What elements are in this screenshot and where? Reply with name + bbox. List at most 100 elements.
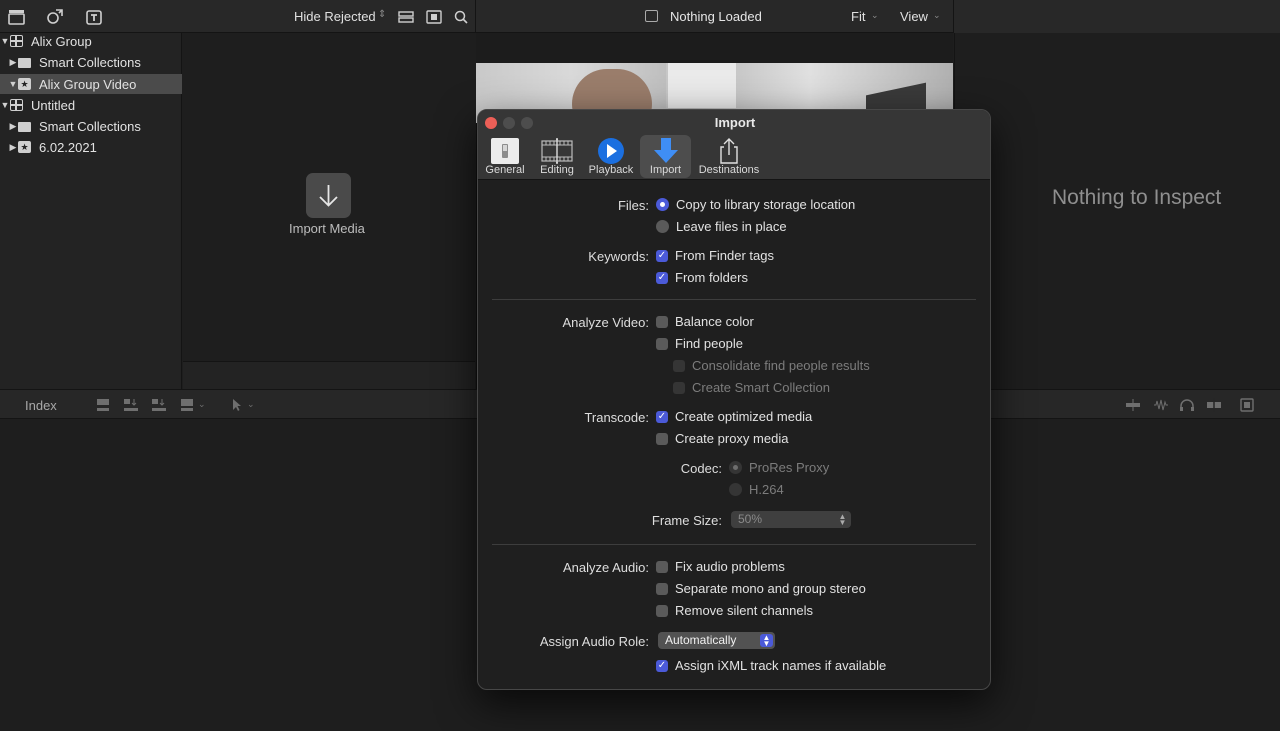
- inspector: [954, 33, 1280, 389]
- disclosure-triangle-icon[interactable]: ▼: [0, 100, 10, 110]
- balance-color-checkbox[interactable]: Balance color: [656, 314, 754, 329]
- analyze-audio-label: Analyze Audio:: [562, 560, 649, 575]
- section-divider: [492, 544, 976, 545]
- disclosure-triangle-icon[interactable]: ▼: [0, 36, 10, 46]
- radio-button[interactable]: [729, 461, 742, 474]
- filmstrip-icon[interactable]: [426, 7, 442, 27]
- import-media-label: Import Media: [289, 221, 365, 236]
- checkbox[interactable]: [656, 582, 668, 595]
- from-folders-checkbox[interactable]: ✓ From folders: [656, 270, 748, 285]
- checkmark-icon[interactable]: ✓: [656, 659, 668, 672]
- codec-label: Codec:: [680, 461, 722, 476]
- create-proxy-media-checkbox[interactable]: Create proxy media: [656, 431, 788, 446]
- sidebar-item-library[interactable]: ▼ Alix Group: [0, 31, 182, 51]
- option-label: Assign iXML track names if available: [675, 658, 887, 673]
- chevron-down-icon[interactable]: ⌄: [933, 10, 941, 21]
- sidebar-item-label: 6.02.2021: [39, 139, 97, 155]
- checkbox[interactable]: [656, 337, 668, 350]
- checkmark-icon[interactable]: ✓: [656, 271, 668, 284]
- overwrite-clip-icon[interactable]: [179, 398, 195, 412]
- disclosure-triangle-icon[interactable]: ▶: [8, 121, 18, 132]
- radio-button[interactable]: [656, 198, 669, 211]
- checkbox[interactable]: [656, 315, 668, 328]
- tab-destinations[interactable]: Destinations: [695, 135, 763, 178]
- chevron-down-icon[interactable]: ⌄: [247, 399, 255, 410]
- disclosure-triangle-icon[interactable]: ▶: [8, 142, 18, 153]
- view-options-popup[interactable]: View: [900, 9, 928, 24]
- sidebar-item-event[interactable]: ▼ ★ Alix Group Video: [0, 74, 182, 94]
- general-switch-icon: [491, 138, 519, 164]
- copy-to-library-radio[interactable]: Copy to library storage location: [656, 197, 855, 212]
- tab-label: Destinations: [698, 164, 760, 176]
- libraries-sidebar: ▼ Alix Group ▶ Smart Collections ▼ ★ Ali…: [0, 33, 182, 389]
- clip-appearance-icon[interactable]: [398, 7, 414, 27]
- leave-files-in-place-radio[interactable]: Leave files in place: [656, 219, 787, 234]
- prores-proxy-radio[interactable]: ProRes Proxy: [729, 460, 829, 475]
- photos-audio-icon[interactable]: [45, 7, 65, 27]
- sidebar-item-library[interactable]: ▼ Untitled: [0, 95, 182, 115]
- sidebar-item-event[interactable]: ▶ ★ 6.02.2021: [0, 137, 182, 157]
- create-optimized-media-checkbox[interactable]: ✓ Create optimized media: [656, 409, 812, 424]
- assign-ixml-checkbox[interactable]: ✓ Assign iXML track names if available: [656, 658, 886, 673]
- checkbox[interactable]: [656, 560, 668, 573]
- frame-size-popup[interactable]: 50% ▲ ▼: [731, 511, 851, 528]
- zoom-fit-popup[interactable]: Fit: [851, 9, 865, 24]
- index-button[interactable]: Index: [25, 398, 57, 413]
- separate-mono-checkbox[interactable]: Separate mono and group stereo: [656, 581, 866, 596]
- append-clip-icon[interactable]: [151, 398, 167, 412]
- checkmark-icon[interactable]: ✓: [656, 410, 668, 423]
- import-preferences-dialog: Import General Editing Playback Import D…: [477, 109, 991, 690]
- sidebar-item-smart-collections[interactable]: ▶ Smart Collections: [0, 116, 182, 136]
- checkbox[interactable]: [656, 604, 668, 617]
- connect-clip-icon[interactable]: [95, 398, 111, 412]
- section-divider: [492, 299, 976, 300]
- folder-icon: [18, 121, 31, 132]
- find-people-checkbox[interactable]: Find people: [656, 336, 743, 351]
- chevron-down-icon[interactable]: ⌄: [871, 10, 879, 21]
- clip-appearance-icon[interactable]: [1239, 398, 1255, 412]
- create-smart-collection-checkbox[interactable]: Create Smart Collection: [673, 380, 830, 395]
- consolidate-results-checkbox[interactable]: Consolidate find people results: [673, 358, 870, 373]
- select-tool-icon[interactable]: [229, 398, 245, 412]
- search-icon[interactable]: [453, 7, 469, 27]
- tab-editing[interactable]: Editing: [534, 135, 580, 178]
- libraries-clapper-icon[interactable]: [7, 7, 27, 27]
- folder-icon: [18, 57, 31, 68]
- tab-general[interactable]: General: [484, 135, 526, 178]
- disclosure-triangle-icon[interactable]: ▶: [8, 57, 18, 68]
- option-label: From Finder tags: [675, 248, 774, 263]
- radio-button[interactable]: [656, 220, 669, 233]
- audio-skimming-icon[interactable]: [1153, 398, 1169, 412]
- option-label: Consolidate find people results: [692, 358, 870, 373]
- sidebar-item-smart-collections[interactable]: ▶ Smart Collections: [0, 52, 182, 72]
- snapping-icon[interactable]: [1206, 398, 1222, 412]
- radio-button[interactable]: [729, 483, 742, 496]
- from-finder-tags-checkbox[interactable]: ✓ From Finder tags: [656, 248, 774, 263]
- disclosure-triangle-icon[interactable]: ▼: [8, 79, 18, 89]
- checkmark-icon[interactable]: ✓: [656, 249, 668, 262]
- headphones-icon[interactable]: [1179, 398, 1195, 412]
- analyze-video-label: Analyze Video:: [562, 315, 650, 330]
- insert-clip-icon[interactable]: [123, 398, 139, 412]
- chevron-down-icon[interactable]: ⌄: [198, 399, 206, 410]
- filter-popup[interactable]: Hide Rejected: [294, 9, 376, 24]
- h264-radio[interactable]: H.264: [729, 482, 784, 497]
- titles-generators-icon[interactable]: [84, 7, 104, 27]
- tab-import[interactable]: Import: [640, 135, 691, 178]
- remove-silent-channels-checkbox[interactable]: Remove silent channels: [656, 603, 813, 618]
- checkbox[interactable]: [673, 381, 685, 394]
- checkbox[interactable]: [673, 359, 685, 372]
- import-media-button[interactable]: [306, 173, 351, 218]
- sidebar-item-label: Smart Collections: [39, 118, 141, 134]
- skimming-icon[interactable]: [1125, 398, 1141, 412]
- filter-chevron-icon[interactable]: ⇕: [378, 9, 386, 20]
- fix-audio-problems-checkbox[interactable]: Fix audio problems: [656, 559, 785, 574]
- audio-role-popup[interactable]: Automatically ▲ ▼: [658, 632, 775, 649]
- frame-size-label: Frame Size:: [651, 513, 722, 528]
- sidebar-item-label: Alix Group Video: [39, 76, 137, 92]
- option-label: Remove silent channels: [675, 603, 814, 618]
- checkbox[interactable]: [656, 432, 668, 445]
- browser-footer: [183, 361, 475, 389]
- tab-playback[interactable]: Playback: [586, 135, 636, 178]
- audio-role-label: Assign Audio Role:: [539, 634, 649, 649]
